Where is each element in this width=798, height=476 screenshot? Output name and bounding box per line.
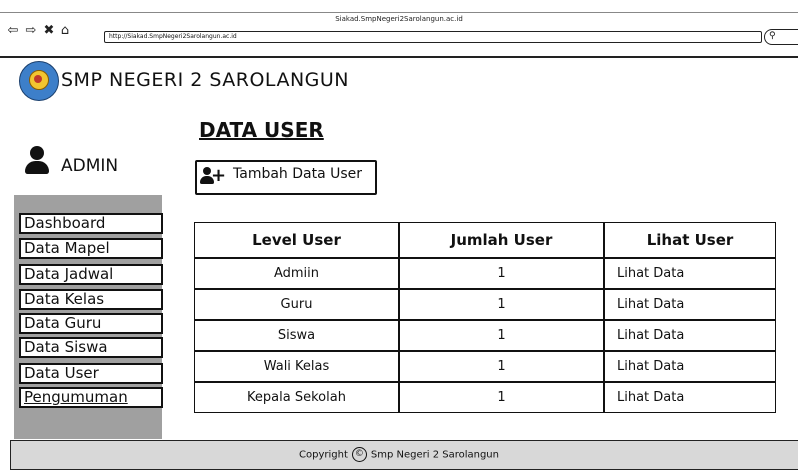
table-row: Guru 1 Lihat Data: [194, 289, 776, 320]
sidebar-item-data-mapel[interactable]: Data Mapel: [19, 238, 163, 259]
school-logo-center: [34, 75, 42, 83]
user-level-table: Level User Jumlah User Lihat User Admiin…: [194, 222, 776, 413]
lihat-data-button[interactable]: Lihat Data: [604, 382, 776, 413]
level-cell: Kepala Sekolah: [194, 382, 399, 413]
user-icon-body: [25, 161, 49, 174]
copyright-prefix: Copyright: [299, 449, 348, 461]
table-row: Siswa 1 Lihat Data: [194, 320, 776, 351]
sidebar-item-label: Data Guru: [24, 314, 102, 332]
lihat-data-button[interactable]: Lihat Data: [604, 258, 776, 289]
sidebar-item-data-siswa[interactable]: Data Siswa: [19, 337, 163, 358]
sidebar-item-label: Data Mapel: [24, 239, 110, 257]
level-cell: Admiin: [194, 258, 399, 289]
level-cell: Siswa: [194, 320, 399, 351]
sidebar-item-pengumuman[interactable]: Pengumuman: [19, 387, 163, 408]
home-icon[interactable]: ⌂: [58, 24, 72, 38]
table-row: Wali Kelas 1 Lihat Data: [194, 351, 776, 382]
page-title: DATA USER: [199, 118, 324, 142]
user-name: ADMIN: [61, 156, 119, 176]
add-user-button-label[interactable]: Tambah Data User: [233, 166, 362, 182]
browser-chrome: [0, 0, 798, 58]
plus-icon[interactable]: +: [211, 167, 226, 185]
level-cell: Guru: [194, 289, 399, 320]
user-icon: [30, 146, 44, 160]
sidebar-item-label: Data Jadwal: [24, 265, 114, 283]
address-bar[interactable]: http://Siakad.SmpNegeri2Sarolangun.ac.id: [104, 31, 762, 43]
jumlah-cell: 1: [399, 320, 604, 351]
search-icon[interactable]: ⚲: [769, 31, 776, 41]
window-title: Siakad.SmpNegeri2Sarolangun.ac.id: [335, 15, 463, 23]
forward-arrow-icon[interactable]: ⇨: [24, 24, 38, 38]
copyright-owner: Smp Negeri 2 Sarolangun: [370, 449, 499, 461]
sidebar-item-label: Data Siswa: [24, 338, 108, 356]
column-header-level: Level User: [194, 222, 399, 258]
sidebar-item-data-kelas[interactable]: Data Kelas: [19, 289, 163, 310]
back-arrow-icon[interactable]: ⇦: [6, 24, 20, 38]
lihat-data-button[interactable]: Lihat Data: [604, 289, 776, 320]
level-cell: Wali Kelas: [194, 351, 399, 382]
footer-copyright: Copyright © Smp Negeri 2 Sarolangun: [0, 447, 798, 462]
table-row: Kepala Sekolah 1 Lihat Data: [194, 382, 776, 413]
jumlah-cell: 1: [399, 351, 604, 382]
jumlah-cell: 1: [399, 289, 604, 320]
table-row: Admiin 1 Lihat Data: [194, 258, 776, 289]
add-user-icon[interactable]: [203, 167, 211, 175]
sidebar-item-data-user[interactable]: Data User: [19, 363, 163, 384]
jumlah-cell: 1: [399, 258, 604, 289]
sidebar-item-label: Data User: [24, 364, 99, 382]
copyright-icon: ©: [351, 447, 367, 462]
sidebar-item-dashboard[interactable]: Dashboard: [19, 213, 163, 234]
sidebar-item-label: Dashboard: [24, 214, 106, 232]
sidebar-item-label: Pengumuman: [24, 388, 128, 406]
title-bar-divider: [0, 12, 798, 13]
sidebar-item-label: Data Kelas: [24, 290, 105, 308]
school-name: SMP NEGERI 2 SAROLANGUN: [61, 69, 350, 91]
jumlah-cell: 1: [399, 382, 604, 413]
sidebar-item-data-guru[interactable]: Data Guru: [19, 313, 163, 334]
table-header-row: Level User Jumlah User Lihat User: [194, 222, 776, 258]
column-header-jumlah: Jumlah User: [399, 222, 604, 258]
lihat-data-button[interactable]: Lihat Data: [604, 351, 776, 382]
sidebar-item-data-jadwal[interactable]: Data Jadwal: [19, 264, 163, 285]
lihat-data-button[interactable]: Lihat Data: [604, 320, 776, 351]
close-icon[interactable]: ✖: [42, 24, 56, 38]
column-header-lihat: Lihat User: [604, 222, 776, 258]
